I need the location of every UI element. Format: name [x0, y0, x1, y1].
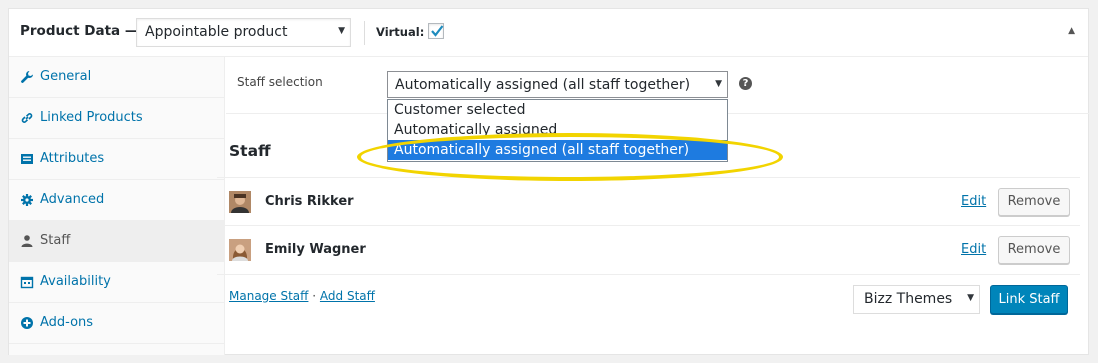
remove-button[interactable]: Remove: [998, 188, 1070, 216]
staff-heading: Staff: [229, 142, 271, 160]
list-icon: [21, 154, 33, 164]
product-type-value: Appointable product: [145, 24, 288, 40]
checkmark-icon: [431, 25, 444, 37]
person-icon: [21, 235, 33, 247]
product-type-select[interactable]: Appointable product ▼: [136, 18, 351, 47]
tab-label: Advanced: [40, 192, 105, 207]
virtual-checkbox[interactable]: [428, 23, 444, 39]
staff-name: Emily Wagner: [265, 242, 366, 257]
staff-row: Emily Wagner Edit Remove: [217, 226, 1080, 275]
plus-circle-icon: [21, 317, 33, 329]
option-customer-selected[interactable]: Customer selected: [388, 100, 727, 120]
edit-link[interactable]: Edit: [961, 194, 986, 209]
edit-link[interactable]: Edit: [961, 242, 986, 257]
tab-attributes[interactable]: Attributes: [9, 139, 224, 180]
tab-label: Availability: [40, 274, 111, 289]
virtual-label: Virtual:: [376, 25, 425, 39]
avatar: [229, 239, 251, 261]
tab-advanced[interactable]: Advanced: [9, 180, 224, 221]
tab-linked-products[interactable]: Linked Products: [9, 98, 224, 139]
tab-label: Attributes: [40, 151, 105, 166]
staff-member-select[interactable]: Bizz Themes ▼: [853, 285, 980, 314]
remove-button[interactable]: Remove: [998, 236, 1070, 264]
chevron-down-icon: ▼: [715, 79, 722, 89]
triangle-up-icon[interactable]: ▲: [1068, 26, 1075, 36]
tab-staff[interactable]: Staff: [9, 221, 224, 262]
tab-availability[interactable]: Availability: [9, 262, 224, 303]
link-staff-button[interactable]: Link Staff: [990, 285, 1068, 314]
link-icon: [21, 113, 33, 123]
tab-label: Linked Products: [40, 110, 143, 125]
tab-add-ons[interactable]: Add-ons: [9, 303, 224, 344]
tab-label: General: [40, 69, 92, 84]
link-separator: ·: [312, 289, 317, 303]
staff-member-select-value: Bizz Themes: [864, 291, 953, 307]
calendar-icon: [20, 276, 34, 289]
option-automatically-assigned[interactable]: Automatically assigned: [388, 120, 727, 140]
question-icon[interactable]: ?: [739, 77, 752, 90]
tab-label: Add-ons: [40, 315, 94, 330]
option-all-staff-together[interactable]: Automatically assigned (all staff togeth…: [388, 140, 727, 160]
avatar: [229, 191, 251, 213]
staff-row: Chris Rikker Edit Remove: [217, 177, 1080, 226]
manage-staff-link[interactable]: Manage Staff: [229, 289, 308, 303]
chevron-down-icon: ▼: [338, 26, 345, 36]
staff-name: Chris Rikker: [265, 194, 354, 209]
staff-selection-label: Staff selection: [237, 75, 323, 89]
staff-selection-dropdown: Customer selected Automatically assigned…: [387, 99, 728, 162]
chevron-down-icon: ▼: [967, 293, 974, 303]
panel-title: Product Data —: [20, 23, 139, 39]
tab-general[interactable]: General: [9, 57, 224, 98]
gear-icon: [21, 194, 33, 206]
tab-label: Staff: [40, 233, 71, 248]
panel-header: Product Data — Appointable product ▼ Vir…: [9, 9, 1088, 57]
header-divider: [364, 21, 365, 45]
staff-selection-value: Automatically assigned (all staff togeth…: [395, 77, 691, 93]
product-data-tabs: General Linked Products Attributes Advan…: [9, 57, 225, 355]
staff-footer-links: Manage Staff · Add Staff: [229, 289, 375, 303]
add-staff-link[interactable]: Add Staff: [320, 289, 375, 303]
staff-selection-select[interactable]: Automatically assigned (all staff togeth…: [387, 71, 728, 98]
wrench-icon: [21, 71, 33, 83]
